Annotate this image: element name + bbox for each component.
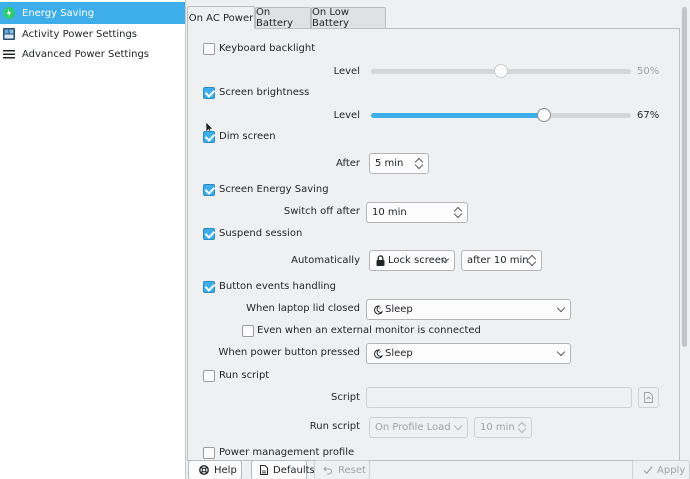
- run-script-when-combo[interactable]: On Profile Load: [369, 417, 468, 438]
- dim-after-spinbox[interactable]: 5 min: [369, 153, 429, 174]
- lock-icon: [376, 255, 385, 266]
- help-button-label: Help: [214, 464, 237, 476]
- external-monitor-checkbox[interactable]: [242, 325, 254, 337]
- spin-arrows-icon: [517, 420, 527, 435]
- power-profile-label: Power management profile: [219, 447, 355, 458]
- power-button-label: When power button pressed: [218, 347, 360, 358]
- screen-energy-saving-checkbox[interactable]: [203, 184, 215, 196]
- run-script-when-value: On Profile Load: [375, 422, 451, 433]
- dim-after-value: 5 min: [375, 158, 404, 169]
- hamburger-menu-icon: [3, 50, 15, 59]
- tab-label: On Battery: [256, 7, 294, 29]
- help-lifebuoy-icon: [199, 465, 209, 475]
- run-script-label: Run script: [219, 370, 270, 381]
- sleep-moon-icon: z: [374, 349, 383, 359]
- suspend-action-value: Lock screen: [388, 255, 448, 266]
- sidebar: Energy Saving Activity Power Settings Ad…: [0, 0, 186, 479]
- run-script-checkbox[interactable]: [203, 370, 215, 382]
- suspend-action-combo[interactable]: Lock screen: [369, 250, 455, 271]
- chevron-down-icon: [453, 421, 463, 431]
- undo-icon: [323, 466, 332, 475]
- external-monitor-label: Even when an external monitor is connect…: [257, 325, 481, 336]
- sidebar-item-label: Activity Power Settings: [22, 28, 138, 40]
- tab-on-ac-power[interactable]: On AC Power: [187, 6, 255, 29]
- lid-closed-value: Sleep: [385, 304, 413, 315]
- battery-leaf-icon: [3, 7, 15, 19]
- keyboard-level-label: Level: [333, 66, 360, 77]
- spin-arrows-icon: [453, 205, 463, 220]
- switch-off-spinbox[interactable]: 10 min: [366, 202, 468, 223]
- help-button[interactable]: Help: [188, 460, 242, 479]
- sidebar-item-label: Advanced Power Settings: [22, 48, 150, 60]
- chevron-down-icon: [556, 347, 566, 357]
- script-path-label: Script: [330, 392, 360, 403]
- suspend-automatically-label: Automatically: [291, 255, 360, 266]
- defaults-button-label: Defaults: [273, 464, 315, 476]
- script-path-input[interactable]: [366, 387, 632, 408]
- dim-screen-checkbox[interactable]: [203, 131, 215, 143]
- svg-text:z: z: [379, 350, 381, 354]
- dim-screen-label: Dim screen: [219, 131, 276, 142]
- spin-arrows-icon: [527, 253, 537, 268]
- button-events-checkbox[interactable]: [203, 281, 215, 293]
- keyboard-backlight-checkbox[interactable]: [203, 43, 215, 55]
- reset-button[interactable]: Reset: [314, 460, 370, 479]
- run-script-after-value: 10 min: [480, 422, 515, 433]
- brightness-level-label: Level: [333, 110, 360, 121]
- brightness-level-fill: [371, 113, 544, 118]
- power-button-combo[interactable]: z Sleep: [366, 343, 571, 364]
- suspend-session-label: Suspend session: [219, 228, 303, 239]
- brightness-level-slider[interactable]: [537, 108, 551, 122]
- apply-button[interactable]: Apply: [632, 460, 690, 479]
- spin-arrows-icon: [414, 156, 424, 171]
- keyboard-backlight-label: Keyboard backlight: [219, 43, 316, 54]
- run-script-after-spinbox[interactable]: 10 min: [474, 417, 532, 438]
- reset-button-label: Reset: [338, 464, 366, 476]
- suspend-after-value: after 10 min: [467, 255, 529, 266]
- sidebar-item-energy-saving[interactable]: Energy Saving: [0, 2, 185, 24]
- activities-icon: [3, 28, 15, 40]
- switch-off-label: Switch off after: [283, 206, 360, 217]
- lid-closed-combo[interactable]: z Sleep: [366, 299, 571, 320]
- power-profile-checkbox[interactable]: [203, 447, 215, 459]
- button-events-label: Button events handling: [219, 281, 336, 292]
- tab-label: On Low Battery: [312, 7, 350, 29]
- suspend-session-checkbox[interactable]: [203, 228, 215, 240]
- apply-button-label: Apply: [657, 464, 686, 476]
- open-file-button[interactable]: [638, 387, 659, 408]
- dim-after-label: After: [335, 158, 360, 169]
- power-button-value: Sleep: [385, 348, 413, 359]
- brightness-level-value: 67%: [637, 110, 660, 121]
- tab-on-low-battery[interactable]: On Low Battery: [311, 7, 386, 29]
- switch-off-value: 10 min: [372, 207, 407, 218]
- screen-brightness-label: Screen brightness: [219, 87, 310, 98]
- svg-text:z: z: [379, 306, 381, 310]
- keyboard-level-value: 50%: [637, 66, 660, 77]
- checkmark-icon: [643, 466, 653, 475]
- sidebar-item-activity-power[interactable]: Activity Power Settings: [0, 23, 185, 45]
- screen-brightness-checkbox[interactable]: [203, 87, 215, 99]
- sleep-moon-icon: z: [374, 305, 383, 315]
- suspend-after-spinbox[interactable]: after 10 min: [461, 250, 542, 271]
- tab-label: On AC Power: [188, 12, 254, 24]
- defaults-button[interactable]: Defaults: [251, 460, 315, 479]
- file-open-icon: [644, 392, 653, 403]
- chevron-down-icon: [556, 303, 566, 313]
- sidebar-item-label: Energy Saving: [22, 7, 95, 19]
- run-script-when-label: Run script: [309, 421, 360, 432]
- keyboard-level-slider[interactable]: [494, 64, 508, 78]
- lid-closed-label: When laptop lid closed: [246, 303, 360, 314]
- scrollbar-thumb[interactable]: [682, 7, 687, 347]
- screen-energy-saving-label: Screen Energy Saving: [219, 184, 329, 195]
- tab-on-battery[interactable]: On Battery: [255, 7, 311, 29]
- sidebar-item-advanced-power[interactable]: Advanced Power Settings: [0, 43, 185, 65]
- document-defaults-icon: [260, 465, 268, 475]
